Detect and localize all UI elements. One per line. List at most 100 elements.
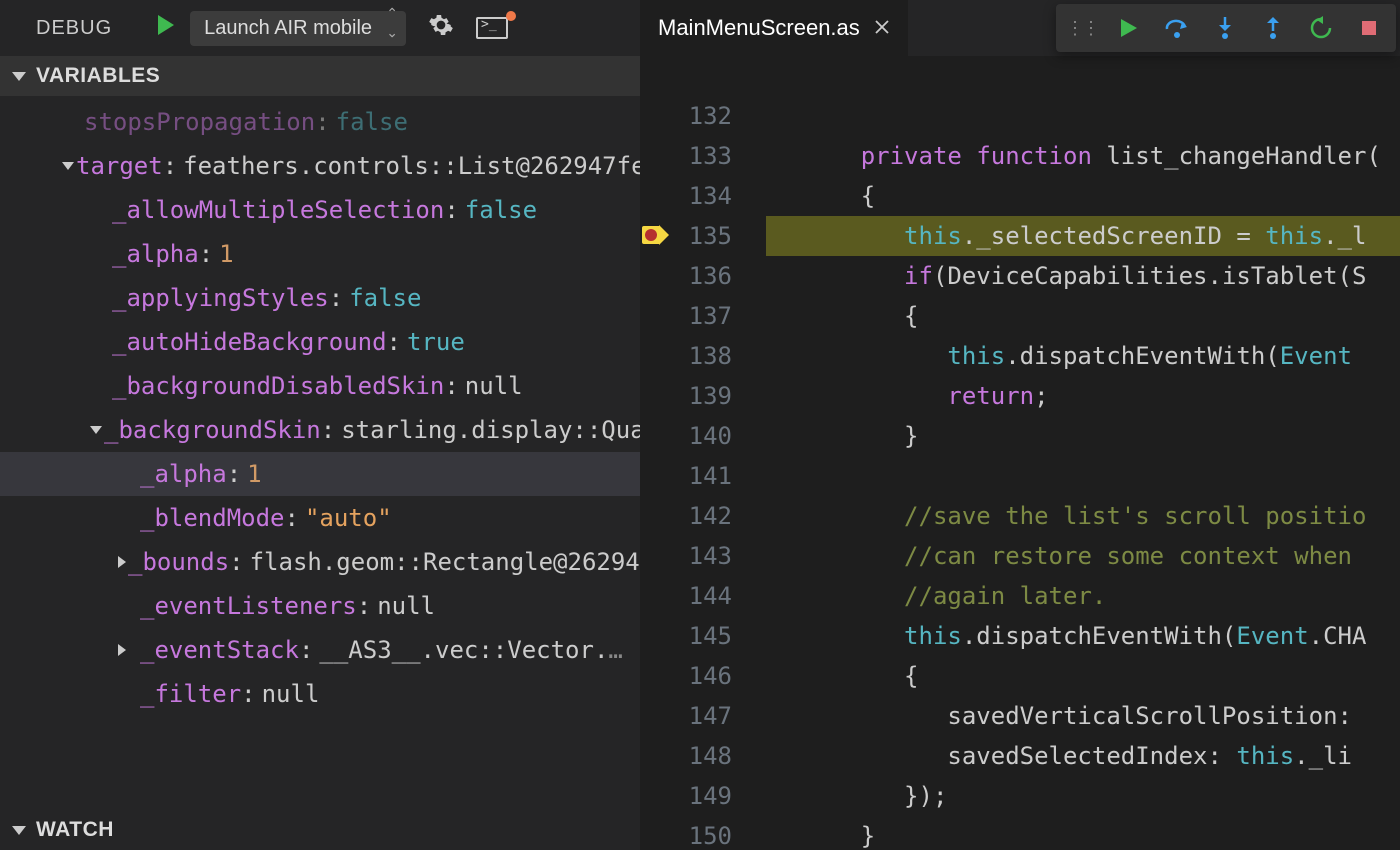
variable-row[interactable]: _alpha: 1 (0, 232, 640, 276)
breakpoint-icon[interactable] (645, 229, 657, 241)
line-gutter[interactable]: 1321331341351361371381391401411421431441… (640, 56, 766, 850)
variables-section-header[interactable]: VARIABLES (0, 56, 640, 96)
line-number[interactable]: 136 (640, 256, 732, 296)
code-line[interactable]: }); (766, 776, 1400, 816)
code-line[interactable]: if(DeviceCapabilities.isTablet(S (766, 256, 1400, 296)
code-line[interactable] (766, 56, 1400, 96)
line-number[interactable]: 146 (640, 656, 732, 696)
variable-row[interactable]: _backgroundSkin: starling.display::Quad… (0, 408, 640, 452)
step-into-icon (1215, 16, 1235, 40)
code-line[interactable]: { (766, 656, 1400, 696)
twisty-icon[interactable] (90, 421, 102, 440)
variable-row[interactable]: _alpha: 1 (0, 452, 640, 496)
stop-icon (1361, 20, 1377, 36)
line-number[interactable]: 134 (640, 176, 732, 216)
line-number[interactable]: 142 (640, 496, 732, 536)
variable-row[interactable]: _allowMultipleSelection: false (0, 188, 640, 232)
variable-row[interactable]: stopsPropagation: false (0, 100, 640, 144)
code-line[interactable] (766, 96, 1400, 136)
code-line[interactable]: //save the list's scroll positio (766, 496, 1400, 536)
variable-row[interactable]: _backgroundDisabledSkin: null (0, 364, 640, 408)
variable-row[interactable]: _filter: null (0, 672, 640, 716)
line-number[interactable]: 141 (640, 456, 732, 496)
code-line[interactable]: private function list_changeHandler( (766, 136, 1400, 176)
watch-section-header[interactable]: WATCH (0, 810, 640, 850)
variable-value: false (349, 284, 421, 312)
variable-row[interactable]: _bounds: flash.geom::Rectangle@262948… (0, 540, 640, 584)
line-number[interactable]: 138 (640, 336, 732, 376)
line-number[interactable]: 145 (640, 616, 732, 656)
editor-area: MainMenuScreen.as ⋮⋮ 1321331341351361371… (640, 0, 1400, 850)
variable-name: _autoHideBackground (112, 328, 387, 356)
line-number[interactable]: 148 (640, 736, 732, 776)
variable-row[interactable]: target: feathers.controls::List@262947fe… (0, 144, 640, 188)
line-number[interactable]: 149 (640, 776, 732, 816)
variable-value: null (465, 372, 523, 400)
code-line[interactable]: //again later. (766, 576, 1400, 616)
debug-console-button[interactable] (470, 13, 514, 43)
debug-header: DEBUG Launch AIR mobile (0, 0, 640, 56)
variable-name: _allowMultipleSelection (112, 196, 444, 224)
twisty-icon[interactable] (118, 641, 138, 660)
debug-toolbar: ⋮⋮ (1056, 4, 1396, 52)
code-line[interactable]: savedSelectedIndex: this._li (766, 736, 1400, 776)
stop-button[interactable] (1352, 11, 1386, 45)
variable-name: _applyingStyles (112, 284, 329, 312)
code-line[interactable]: { (766, 296, 1400, 336)
console-icon (476, 17, 508, 39)
code-line[interactable]: { (766, 176, 1400, 216)
variable-value: "auto" (305, 504, 392, 532)
code-line[interactable]: //can restore some context when (766, 536, 1400, 576)
code-line[interactable]: this.dispatchEventWith(Event (766, 336, 1400, 376)
colon: : (444, 372, 458, 400)
line-number[interactable]: 140 (640, 416, 732, 456)
line-number[interactable] (640, 56, 732, 96)
restart-button[interactable] (1304, 11, 1338, 45)
line-number[interactable]: 147 (640, 696, 732, 736)
variable-value: feathers.controls::List@262947fe (183, 152, 640, 180)
line-number[interactable]: 150 (640, 816, 732, 850)
twisty-icon[interactable] (62, 157, 74, 176)
line-number[interactable]: 137 (640, 296, 732, 336)
variable-row[interactable]: _eventStack: __AS3__.vec::Vector.… (0, 628, 640, 672)
debug-config-label: Launch AIR mobile (204, 17, 372, 40)
line-number[interactable]: 133 (640, 136, 732, 176)
editor-tab[interactable]: MainMenuScreen.as (640, 0, 908, 56)
variables-tree: stopsPropagation: falsetarget: feathers.… (0, 96, 640, 810)
step-out-button[interactable] (1256, 11, 1290, 45)
tab-close-button[interactable] (874, 15, 890, 41)
code-line[interactable]: } (766, 816, 1400, 850)
code-line[interactable]: } (766, 416, 1400, 456)
code-editor[interactable]: 1321331341351361371381391401411421431441… (640, 56, 1400, 850)
code-line[interactable]: this._selectedScreenID = this._l (766, 216, 1400, 256)
line-number[interactable]: 139 (640, 376, 732, 416)
drag-handle-icon[interactable]: ⋮⋮ (1066, 18, 1098, 39)
variable-row[interactable]: _applyingStyles: false (0, 276, 640, 320)
debug-sidebar: DEBUG Launch AIR mobile VARIABLES stopsP… (0, 0, 640, 850)
variable-row[interactable]: _autoHideBackground: true (0, 320, 640, 364)
code-line[interactable]: savedVerticalScrollPosition: (766, 696, 1400, 736)
debug-title: DEBUG (36, 17, 112, 40)
debug-config-select[interactable]: Launch AIR mobile (190, 11, 406, 46)
start-debug-button[interactable] (152, 10, 180, 46)
line-number[interactable]: 144 (640, 576, 732, 616)
code-line[interactable]: this.dispatchEventWith(Event.CHA (766, 616, 1400, 656)
code-line[interactable] (766, 456, 1400, 496)
variable-row[interactable]: _blendMode: "auto" (0, 496, 640, 540)
code-content[interactable]: private function list_changeHandler( { t… (766, 56, 1400, 850)
variable-value: true (407, 328, 465, 356)
line-number[interactable]: 132 (640, 96, 732, 136)
line-number[interactable]: 135 (640, 216, 732, 256)
twisty-icon[interactable] (118, 553, 126, 572)
step-into-button[interactable] (1208, 11, 1242, 45)
variables-section-label: VARIABLES (36, 64, 160, 88)
line-number[interactable]: 143 (640, 536, 732, 576)
variable-value: 1 (247, 460, 261, 488)
settings-button[interactable] (420, 8, 462, 48)
code-line[interactable]: return; (766, 376, 1400, 416)
colon: : (229, 548, 243, 576)
variable-row[interactable]: _eventListeners: null (0, 584, 640, 628)
step-over-button[interactable] (1160, 11, 1194, 45)
continue-button[interactable] (1112, 11, 1146, 45)
play-icon (156, 14, 176, 36)
